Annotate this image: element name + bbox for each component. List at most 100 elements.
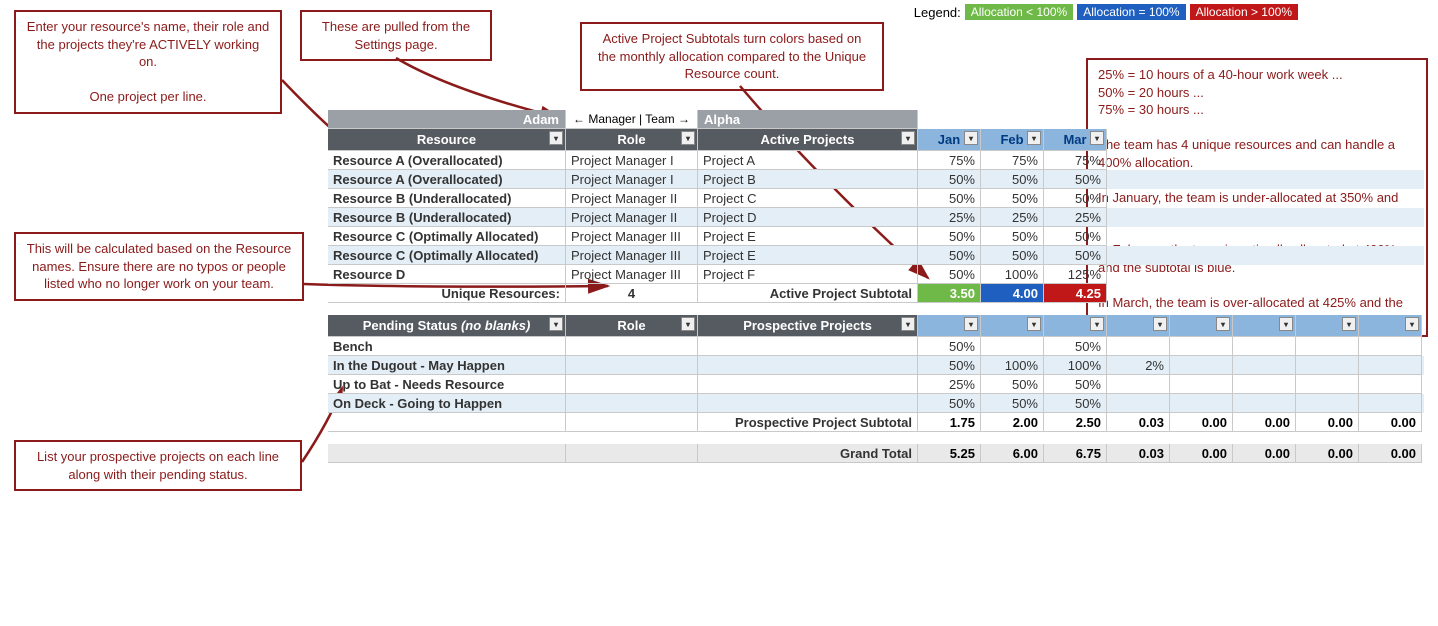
filter-icon[interactable]: ▾: [964, 317, 978, 331]
filter-icon[interactable]: ▾: [1027, 317, 1041, 331]
alloc-mar[interactable]: 50%: [1044, 189, 1107, 208]
pending-role[interactable]: [566, 375, 698, 394]
pending-alloc[interactable]: [1233, 394, 1296, 413]
alloc-feb[interactable]: 75%: [981, 151, 1044, 170]
alloc-mar[interactable]: 50%: [1044, 246, 1107, 265]
col-role-pending[interactable]: Role ▾: [566, 315, 698, 337]
pending-alloc[interactable]: 50%: [981, 375, 1044, 394]
pending-status[interactable]: Up to Bat - Needs Resource: [328, 375, 566, 394]
filter-icon[interactable]: ▾: [1342, 317, 1356, 331]
pending-alloc[interactable]: [1359, 394, 1422, 413]
resource-name[interactable]: Resource C (Optimally Allocated): [328, 246, 566, 265]
col-month-p4[interactable]: ▾: [1107, 315, 1170, 337]
resource-role[interactable]: Project Manager I: [566, 170, 698, 189]
pending-alloc[interactable]: [1233, 375, 1296, 394]
pending-alloc[interactable]: [1170, 337, 1233, 356]
manager-name-cell[interactable]: Adam: [328, 110, 566, 129]
resource-role[interactable]: Project Manager II: [566, 208, 698, 227]
alloc-feb[interactable]: 100%: [981, 265, 1044, 284]
alloc-mar[interactable]: 50%: [1044, 227, 1107, 246]
resource-project[interactable]: Project A: [698, 151, 918, 170]
alloc-feb[interactable]: 50%: [981, 189, 1044, 208]
alloc-mar[interactable]: 75%: [1044, 151, 1107, 170]
alloc-jan[interactable]: 25%: [918, 208, 981, 227]
resource-name[interactable]: Resource B (Underallocated): [328, 208, 566, 227]
col-feb[interactable]: Feb▾: [981, 129, 1044, 151]
pending-alloc[interactable]: [1296, 375, 1359, 394]
pending-project[interactable]: [698, 356, 918, 375]
pending-alloc[interactable]: 50%: [918, 394, 981, 413]
filter-icon[interactable]: ▾: [1090, 131, 1104, 145]
col-pending-status[interactable]: Pending Status (no blanks) ▾: [328, 315, 566, 337]
filter-icon[interactable]: ▾: [901, 131, 915, 145]
pending-alloc[interactable]: [1296, 394, 1359, 413]
alloc-mar[interactable]: 50%: [1044, 170, 1107, 189]
filter-icon[interactable]: ▾: [1090, 317, 1104, 331]
filter-icon[interactable]: ▾: [549, 131, 563, 145]
pending-alloc[interactable]: 25%: [918, 375, 981, 394]
pending-alloc[interactable]: 50%: [981, 394, 1044, 413]
resource-role[interactable]: Project Manager III: [566, 246, 698, 265]
alloc-mar[interactable]: 25%: [1044, 208, 1107, 227]
col-month-p7[interactable]: ▾: [1296, 315, 1359, 337]
col-jan[interactable]: Jan▾: [918, 129, 981, 151]
filter-icon[interactable]: ▾: [681, 317, 695, 331]
pending-alloc[interactable]: [1233, 337, 1296, 356]
col-month-p8[interactable]: ▾: [1359, 315, 1422, 337]
resource-role[interactable]: Project Manager III: [566, 265, 698, 284]
pending-role[interactable]: [566, 394, 698, 413]
col-mar[interactable]: Mar▾: [1044, 129, 1107, 151]
filter-icon[interactable]: ▾: [901, 317, 915, 331]
resource-name[interactable]: Resource A (Overallocated): [328, 170, 566, 189]
resource-name[interactable]: Resource A (Overallocated): [328, 151, 566, 170]
pending-alloc[interactable]: [1107, 337, 1170, 356]
alloc-jan[interactable]: 50%: [918, 246, 981, 265]
alloc-feb[interactable]: 50%: [981, 227, 1044, 246]
resource-name[interactable]: Resource C (Optimally Allocated): [328, 227, 566, 246]
filter-icon[interactable]: ▾: [1279, 317, 1293, 331]
alloc-jan[interactable]: 75%: [918, 151, 981, 170]
pending-status[interactable]: Bench: [328, 337, 566, 356]
pending-alloc[interactable]: [1359, 337, 1422, 356]
pending-alloc[interactable]: 100%: [981, 356, 1044, 375]
resource-name[interactable]: Resource D: [328, 265, 566, 284]
filter-icon[interactable]: ▾: [1153, 317, 1167, 331]
pending-alloc[interactable]: [1359, 375, 1422, 394]
pending-alloc[interactable]: 50%: [1044, 394, 1107, 413]
pending-alloc[interactable]: [1296, 337, 1359, 356]
pending-alloc[interactable]: [1170, 375, 1233, 394]
pending-alloc[interactable]: [1107, 375, 1170, 394]
alloc-feb[interactable]: 25%: [981, 208, 1044, 227]
pending-role[interactable]: [566, 356, 698, 375]
alloc-feb[interactable]: 50%: [981, 246, 1044, 265]
pending-alloc[interactable]: [1296, 356, 1359, 375]
pending-alloc[interactable]: [1107, 394, 1170, 413]
resource-role[interactable]: Project Manager III: [566, 227, 698, 246]
pending-alloc[interactable]: 2%: [1107, 356, 1170, 375]
resource-project[interactable]: Project E: [698, 227, 918, 246]
filter-icon[interactable]: ▾: [1216, 317, 1230, 331]
resource-project[interactable]: Project B: [698, 170, 918, 189]
pending-project[interactable]: [698, 394, 918, 413]
col-month-p3[interactable]: ▾: [1044, 315, 1107, 337]
resource-project[interactable]: Project C: [698, 189, 918, 208]
col-month-p5[interactable]: ▾: [1170, 315, 1233, 337]
col-resource[interactable]: Resource ▾: [328, 129, 566, 151]
col-role[interactable]: Role ▾: [566, 129, 698, 151]
alloc-jan[interactable]: 50%: [918, 265, 981, 284]
alloc-jan[interactable]: 50%: [918, 170, 981, 189]
filter-icon[interactable]: ▾: [964, 131, 978, 145]
resource-project[interactable]: Project D: [698, 208, 918, 227]
filter-icon[interactable]: ▾: [549, 317, 563, 331]
alloc-jan[interactable]: 50%: [918, 189, 981, 208]
resource-role[interactable]: Project Manager II: [566, 189, 698, 208]
pending-alloc[interactable]: 100%: [1044, 356, 1107, 375]
col-active-projects[interactable]: Active Projects ▾: [698, 129, 918, 151]
col-month-p2[interactable]: ▾: [981, 315, 1044, 337]
pending-alloc[interactable]: 50%: [1044, 337, 1107, 356]
pending-alloc[interactable]: [1233, 356, 1296, 375]
col-month-p6[interactable]: ▾: [1233, 315, 1296, 337]
resource-role[interactable]: Project Manager I: [566, 151, 698, 170]
col-month-p1[interactable]: ▾: [918, 315, 981, 337]
pending-alloc[interactable]: 50%: [1044, 375, 1107, 394]
